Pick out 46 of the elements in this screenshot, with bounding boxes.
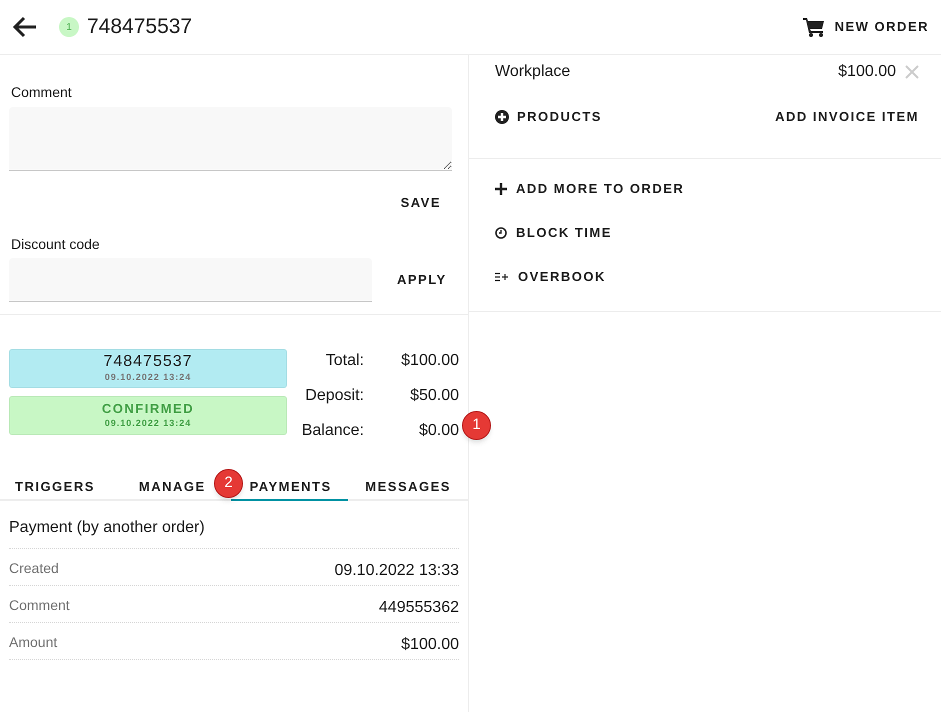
total-value: $50.00 [409, 386, 459, 406]
new-order-button[interactable]: NEW ORDER [802, 17, 929, 37]
status-count-badge: 1 [59, 17, 79, 37]
apply-button[interactable]: APPLY [397, 270, 447, 290]
action-button[interactable]: OVERBOOK [495, 269, 941, 285]
back-arrow-icon[interactable] [12, 16, 38, 38]
status-card-date: 09.10.2022 13:24 [104, 372, 192, 384]
discount-code-label: Discount code [10, 234, 101, 254]
total-value: $100.00 [400, 350, 459, 370]
comment-label: Comment [10, 83, 73, 102]
annotation-marker: 1 [462, 411, 491, 440]
payment-field-value: 449555362 [378, 598, 459, 618]
total-label: Balance: [300, 420, 364, 440]
payment-field-value: $100.00 [401, 634, 459, 654]
annotation-marker: 2 [214, 469, 243, 498]
payment-field-value: 09.10.2022 13:33 [334, 560, 459, 580]
clock-icon [495, 227, 507, 239]
status-card-date: 09.10.2022 13:24 [104, 418, 192, 429]
payment-field-label: Amount [9, 632, 58, 652]
add-invoice-item-button[interactable]: ADD INVOICE ITEM [775, 107, 919, 126]
total-label: Total: [324, 350, 364, 370]
tab[interactable]: PAYMENTS [244, 474, 338, 498]
action-button[interactable]: BLOCK TIME [495, 225, 941, 241]
comment-field[interactable] [9, 107, 452, 171]
payment-field-label: Comment [9, 596, 70, 614]
total-value: $0.00 [418, 420, 459, 440]
cart-icon [802, 17, 825, 37]
payment-field-label: Created [9, 558, 59, 578]
close-icon[interactable] [905, 65, 919, 79]
action-button[interactable]: ADD MORE TO ORDER [495, 181, 941, 197]
products-button[interactable]: PRODUCTS [495, 107, 602, 126]
order-number-title: 748475537 [87, 14, 192, 40]
invoice-item-price: $100.00 [838, 62, 896, 82]
invoice-item-name: Workplace [495, 62, 570, 82]
save-button[interactable]: SAVE [400, 193, 441, 212]
tab[interactable]: MANAGE [136, 474, 208, 498]
tab[interactable]: MESSAGES [359, 474, 457, 498]
status-card-title: CONFIRMED [102, 401, 194, 418]
list-plus-icon [495, 272, 509, 282]
status-card-title: 748475537 [103, 352, 193, 372]
total-label: Deposit: [304, 386, 364, 406]
plus-circle-icon [495, 110, 509, 124]
discount-code-field[interactable] [9, 258, 372, 302]
plus-icon [495, 183, 507, 195]
tab[interactable]: TRIGGERS [0, 474, 105, 498]
payment-title: Payment (by another order) [9, 516, 459, 548]
